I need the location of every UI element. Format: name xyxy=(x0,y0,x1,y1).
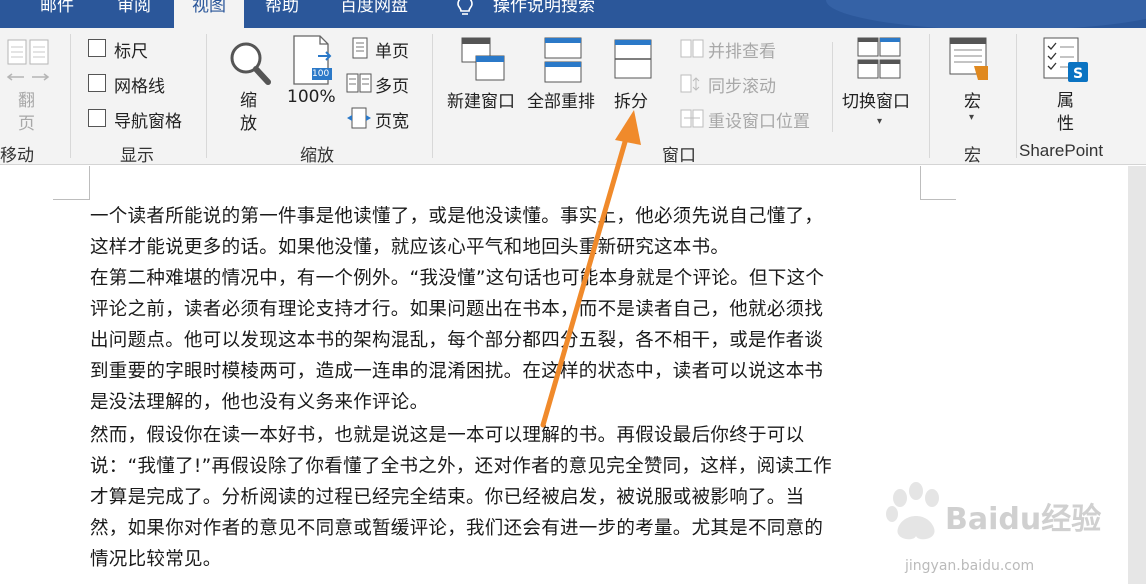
word-window: 邮件 审阅 视图 帮助 百度网盘 操作说明搜索 翻 页 移动 标尺 网格线 导航… xyxy=(0,0,1146,584)
watermark-url: jingyan.baidu.com xyxy=(905,558,1035,574)
watermark-brand: Baidu经验 xyxy=(945,502,1102,537)
